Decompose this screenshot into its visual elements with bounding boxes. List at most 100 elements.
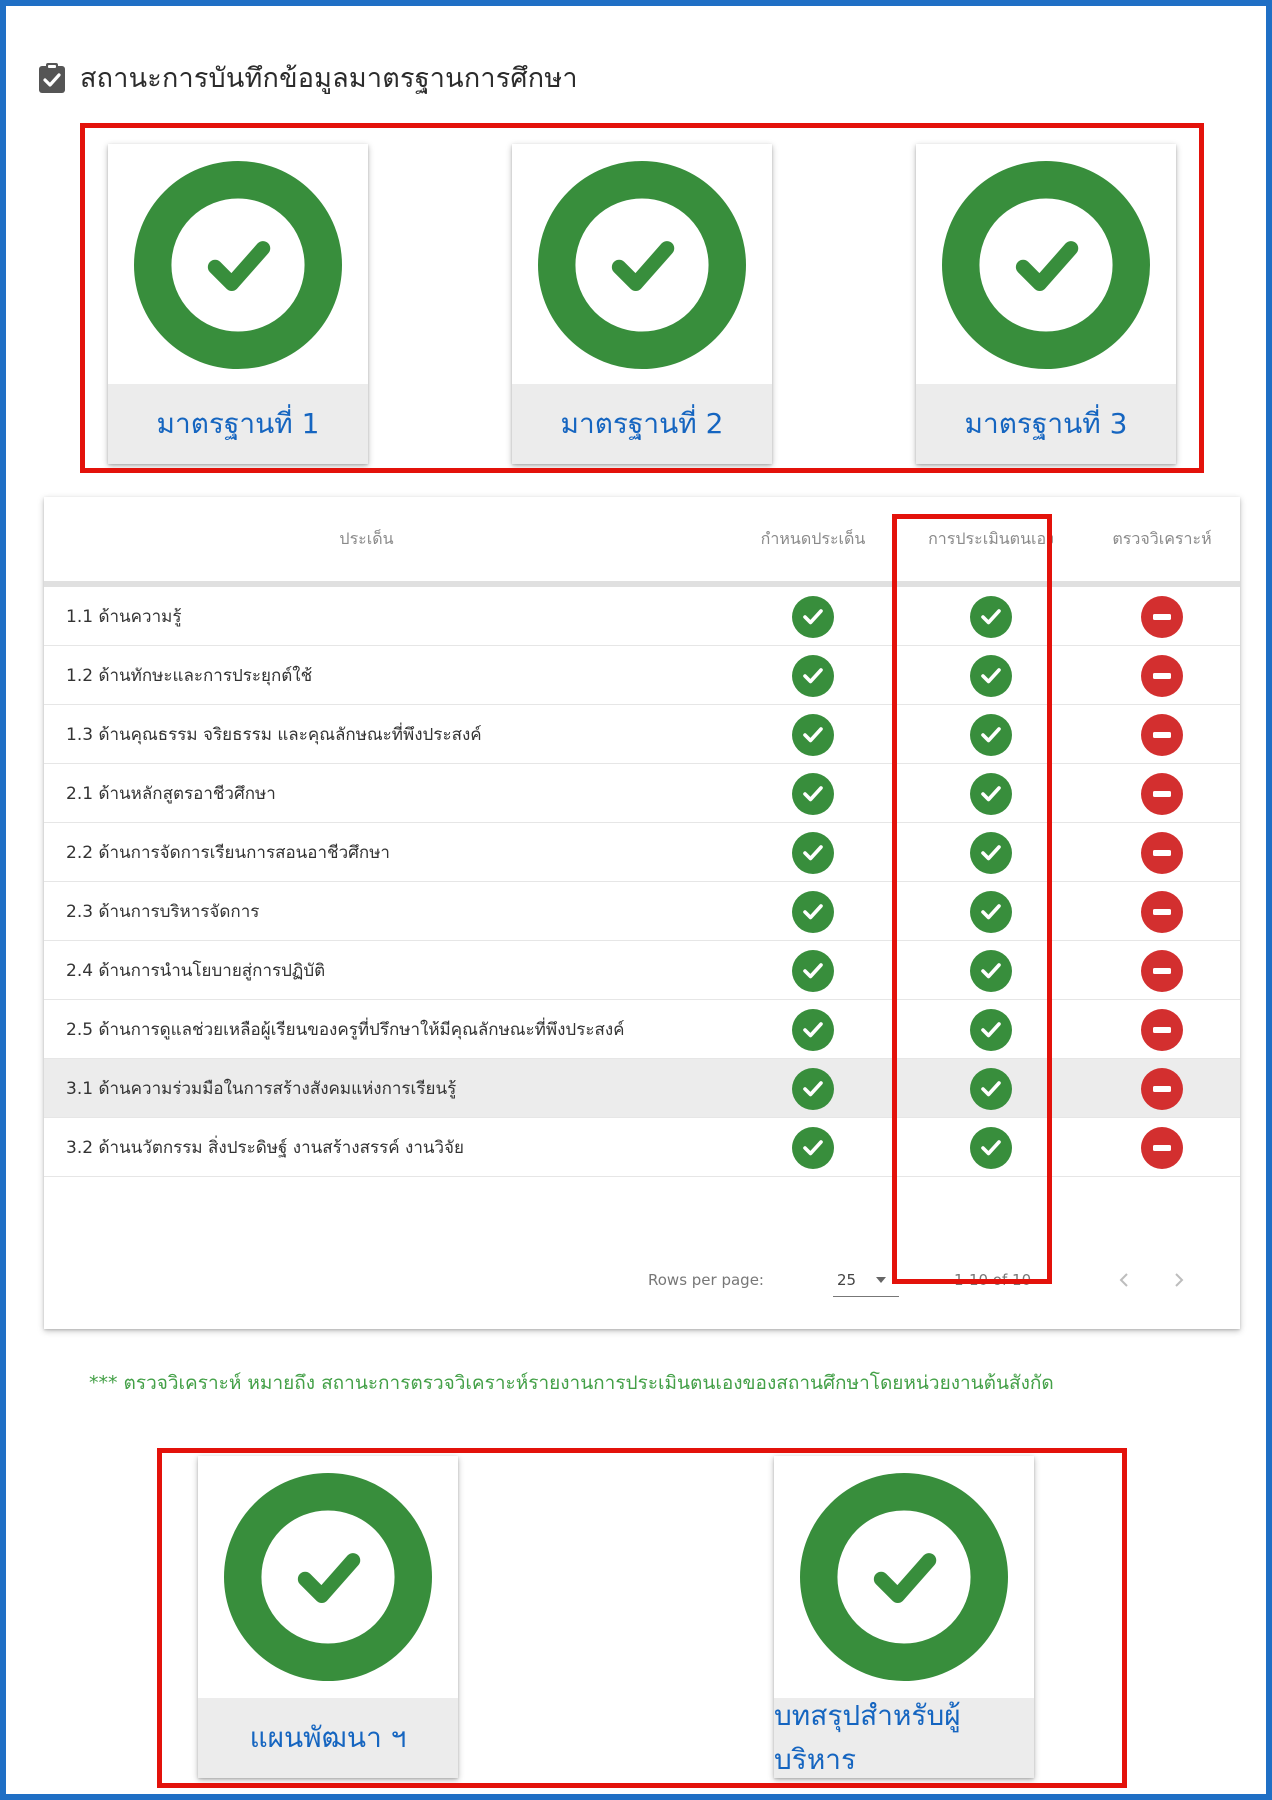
check-circle-icon xyxy=(970,773,1012,815)
define-status-cell xyxy=(792,891,834,933)
check-circle-icon xyxy=(224,1473,432,1681)
table-row[interactable]: 3.2 ด้านนวัตกรรม สิ่งประดิษฐ์ งานสร้างสร… xyxy=(44,1118,1240,1177)
check-circle-icon xyxy=(970,832,1012,874)
topic-cell: 2.5 ด้านการดูแลช่วยเหลือผู้เรียนของครูที… xyxy=(66,1020,625,1040)
table-header: ประเด็น กำหนดประเด็น การประเมินตนเอง ตรว… xyxy=(44,497,1240,587)
self-status-cell xyxy=(970,1009,1012,1051)
define-status-cell xyxy=(792,950,834,992)
table-row[interactable]: 2.2 ด้านการจัดการเรียนการสอนอาชีวศึกษา xyxy=(44,823,1240,882)
report-card-2[interactable]: บทสรุปสำหรับผู้บริหาร xyxy=(774,1456,1034,1778)
column-header-self-assessment: การประเมินตนเอง xyxy=(928,528,1054,548)
self-status-cell xyxy=(970,1127,1012,1169)
table-row[interactable]: 2.3 ด้านการบริหารจัดการ xyxy=(44,882,1240,941)
define-status-cell xyxy=(792,1068,834,1110)
column-header-define: กำหนดประเด็น xyxy=(760,528,866,548)
minus-circle-icon xyxy=(1141,1009,1183,1051)
self-status-cell xyxy=(970,596,1012,638)
check-circle-icon xyxy=(942,161,1150,369)
minus-circle-icon xyxy=(1141,1127,1183,1169)
check-circle-icon xyxy=(970,1127,1012,1169)
check-circle-icon xyxy=(970,1009,1012,1051)
standards-status-table: ประเด็น กำหนดประเด็น การประเมินตนเอง ตรว… xyxy=(44,497,1240,1329)
caret-down-icon xyxy=(876,1277,886,1283)
define-status-cell xyxy=(792,832,834,874)
status-ring xyxy=(774,1456,1034,1698)
review-status-cell xyxy=(1141,950,1183,992)
check-circle-icon xyxy=(792,596,834,638)
table-row[interactable]: 2.5 ด้านการดูแลช่วยเหลือผู้เรียนของครูที… xyxy=(44,1000,1240,1059)
minus-circle-icon xyxy=(1141,773,1183,815)
define-status-cell xyxy=(792,714,834,756)
review-status-cell xyxy=(1141,1127,1183,1169)
check-circle-icon xyxy=(970,596,1012,638)
report-card-label: แผนพัฒนา ฯ xyxy=(198,1698,458,1778)
review-status-cell xyxy=(1141,891,1183,933)
status-ring xyxy=(198,1456,458,1698)
define-status-cell xyxy=(792,596,834,638)
topic-cell: 2.1 ด้านหลักสูตรอาชีวศึกษา xyxy=(66,784,276,804)
standard-card-3[interactable]: มาตรฐานที่ 3 xyxy=(916,144,1176,464)
self-status-cell xyxy=(970,891,1012,933)
minus-circle-icon xyxy=(1141,714,1183,756)
rows-per-page-label: Rows per page: xyxy=(648,1271,764,1289)
check-circle-icon xyxy=(792,655,834,697)
rows-per-page-select[interactable]: 25 xyxy=(833,1265,899,1297)
check-circle-icon xyxy=(792,1127,834,1169)
check-circle-icon xyxy=(792,891,834,933)
check-circle-icon xyxy=(792,950,834,992)
minus-circle-icon xyxy=(1141,1068,1183,1110)
section-header: สถานะการบันทึกข้อมูลมาตรฐานการศึกษา xyxy=(38,56,578,99)
table-pagination: Rows per page: 25 1-10 of 10 xyxy=(44,1237,1240,1329)
footnote: *** ตรวจวิเคราะห์ หมายถึง สถานะการตรวจวิ… xyxy=(89,1372,1054,1394)
review-status-cell xyxy=(1141,596,1183,638)
next-page-button[interactable] xyxy=(1164,1265,1194,1295)
topic-cell: 1.2 ด้านทักษะและการประยุกต์ใช้ xyxy=(66,666,313,686)
standard-card-2[interactable]: มาตรฐานที่ 2 xyxy=(512,144,772,464)
topic-cell: 2.2 ด้านการจัดการเรียนการสอนอาชีวศึกษา xyxy=(66,843,390,863)
status-ring xyxy=(512,144,772,386)
check-circle-icon xyxy=(970,1068,1012,1110)
report-card-1[interactable]: แผนพัฒนา ฯ xyxy=(198,1456,458,1778)
check-circle-icon xyxy=(970,655,1012,697)
self-status-cell xyxy=(970,1068,1012,1110)
minus-circle-icon xyxy=(1141,596,1183,638)
topic-cell: 2.4 ด้านการนำนโยบายสู่การปฏิบัติ xyxy=(66,961,326,981)
minus-circle-icon xyxy=(1141,891,1183,933)
table-row[interactable]: 2.1 ด้านหลักสูตรอาชีวศึกษา xyxy=(44,764,1240,823)
chevron-right-icon xyxy=(1175,1273,1184,1287)
topic-cell: 3.2 ด้านนวัตกรรม สิ่งประดิษฐ์ งานสร้างสร… xyxy=(66,1138,464,1158)
self-status-cell xyxy=(970,773,1012,815)
chevron-left-icon xyxy=(1119,1273,1128,1287)
self-status-cell xyxy=(970,832,1012,874)
table-row[interactable]: 1.2 ด้านทักษะและการประยุกต์ใช้ xyxy=(44,646,1240,705)
check-circle-icon xyxy=(800,1473,1008,1681)
self-status-cell xyxy=(970,950,1012,992)
self-status-cell xyxy=(970,714,1012,756)
review-status-cell xyxy=(1141,1068,1183,1110)
topic-cell: 1.3 ด้านคุณธรรม จริยธรรม และคุณลักษณะที่… xyxy=(66,725,482,745)
standard-card-label: มาตรฐานที่ 1 xyxy=(108,384,368,464)
report-card-label: บทสรุปสำหรับผู้บริหาร xyxy=(774,1698,1034,1778)
standard-card-1[interactable]: มาตรฐานที่ 1 xyxy=(108,144,368,464)
topic-cell: 1.1 ด้านความรู้ xyxy=(66,607,182,627)
page-title: สถานะการบันทึกข้อมูลมาตรฐานการศึกษา xyxy=(80,63,578,94)
check-circle-icon xyxy=(792,773,834,815)
table-row[interactable]: 1.1 ด้านความรู้ xyxy=(44,587,1240,646)
review-status-cell xyxy=(1141,714,1183,756)
minus-circle-icon xyxy=(1141,655,1183,697)
standard-card-label: มาตรฐานที่ 3 xyxy=(916,384,1176,464)
table-row[interactable]: 2.4 ด้านการนำนโยบายสู่การปฏิบัติ xyxy=(44,941,1240,1000)
table-row[interactable]: 1.3 ด้านคุณธรรม จริยธรรม และคุณลักษณะที่… xyxy=(44,705,1240,764)
check-circle-icon xyxy=(792,1009,834,1051)
table-row[interactable]: 3.1 ด้านความร่วมมือในการสร้างสังคมแห่งกา… xyxy=(44,1059,1240,1118)
previous-page-button[interactable] xyxy=(1109,1265,1139,1295)
minus-circle-icon xyxy=(1141,950,1183,992)
check-circle-icon xyxy=(970,714,1012,756)
minus-circle-icon xyxy=(1141,832,1183,874)
define-status-cell xyxy=(792,773,834,815)
status-ring xyxy=(108,144,368,386)
define-status-cell xyxy=(792,1009,834,1051)
self-status-cell xyxy=(970,655,1012,697)
rows-per-page-value: 25 xyxy=(837,1271,857,1289)
review-status-cell xyxy=(1141,1009,1183,1051)
